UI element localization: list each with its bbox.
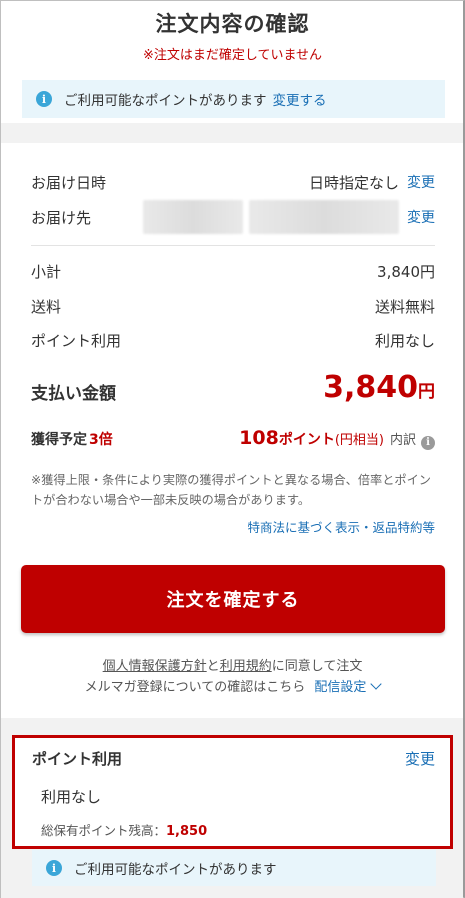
delivery-address-row: お届け先 変更: [31, 199, 435, 235]
delivery-date-value: 日時指定なし: [308, 173, 399, 192]
points-balance-value: 1,850: [166, 824, 208, 839]
subtotal-value: 3,840円: [377, 262, 435, 281]
delivery-date-change-link[interactable]: 変更: [407, 172, 435, 192]
subtotal-row: 小計 3,840円: [31, 260, 435, 282]
points-card-value: 利用なし: [41, 788, 102, 806]
payment-total-unit: 円: [418, 382, 435, 402]
shipping-label: 送料: [31, 297, 62, 316]
delivery-settings-label: 配信設定: [314, 680, 367, 695]
points-usage-row: ポイント利用 利用なし: [31, 329, 435, 351]
subtotal-label: 小計: [31, 262, 62, 281]
points-balance-label: 総保有ポイント残高：: [41, 823, 167, 838]
earned-points-unit: ポイント: [278, 432, 335, 448]
points-available-notice-bottom: i ご利用可能なポイントがあります: [32, 850, 436, 886]
earned-points-label: 獲得予定: [31, 432, 87, 448]
earned-points-row: 獲得予定 3倍 108 ポイント (円相当) 内訳 i: [31, 427, 435, 450]
points-usage-label: ポイント利用: [31, 331, 122, 350]
divider: [31, 245, 435, 246]
shipping-value: 送料無料: [374, 297, 435, 316]
redacted-address: [249, 200, 399, 234]
points-disclaimer: ※獲得上限・条件により実際の獲得ポイントと異なる場合、倍率とポイントが合わない場…: [31, 473, 431, 507]
section-separator: [1, 123, 463, 143]
privacy-policy-link[interactable]: 個人情報保護方針: [103, 659, 207, 674]
newsletter-text: メルマガ登録についての確認はこちら: [84, 680, 306, 695]
points-card-title: ポイント利用: [32, 750, 123, 768]
delivery-settings-link[interactable]: 配信設定: [314, 678, 383, 695]
points-card-change-link[interactable]: 変更: [405, 748, 435, 769]
newsletter-line: メルマガ登録についての確認はこちら 配信設定: [0, 676, 465, 695]
points-available-text: ご利用可能なポイントがあります: [64, 93, 267, 109]
shipping-row: 送料 送料無料: [31, 295, 435, 317]
info-circle-icon[interactable]: i: [421, 435, 435, 450]
agreement-suffix: に同意して注文: [271, 659, 363, 674]
delivery-address-change-link[interactable]: 変更: [407, 207, 435, 227]
points-usage-value: 利用なし: [374, 331, 435, 350]
delivery-address-label: お届け先: [31, 208, 92, 227]
points-balance: 総保有ポイント残高：1,850: [41, 820, 207, 839]
redacted-address: [143, 200, 243, 234]
earned-points-value: 108: [239, 427, 279, 449]
change-points-link[interactable]: 変更する: [273, 89, 327, 109]
agreement-line: 個人情報保護方針と利用規約に同意して注文: [0, 655, 465, 674]
payment-total-amount: 3,840円: [323, 370, 435, 405]
info-icon: i: [36, 91, 52, 107]
points-available-text-bottom: ご利用可能なポイントがあります: [74, 862, 277, 878]
payment-total-label: 支払い金額: [31, 384, 116, 404]
page-title: 注文内容の確認: [155, 12, 310, 36]
legal-notice-link[interactable]: 特商法に基づく表示・返品特約等: [247, 517, 435, 536]
payment-total-value: 3,840: [323, 370, 418, 405]
agreement-and: と: [206, 659, 220, 674]
not-confirmed-warning: ※注文はまだ確定していません: [142, 48, 323, 63]
breakdown-link[interactable]: 内訳: [390, 429, 416, 448]
chevron-down-icon: [370, 678, 383, 690]
delivery-date-row: お届け日時 日時指定なし 変更: [31, 171, 435, 193]
delivery-date-label: お届け日時: [31, 173, 107, 192]
info-icon: i: [46, 860, 62, 876]
points-available-notice: i ご利用可能なポイントがあります 変更する: [22, 80, 445, 118]
points-usage-card: ポイント利用 変更 利用なし 総保有ポイント残高：1,850: [12, 735, 453, 849]
confirm-order-button[interactable]: 注文を確定する: [21, 565, 445, 633]
earned-points-note: (円相当): [334, 433, 384, 448]
terms-link[interactable]: 利用規約: [220, 659, 272, 674]
earned-points-multiplier: 3倍: [89, 432, 113, 448]
